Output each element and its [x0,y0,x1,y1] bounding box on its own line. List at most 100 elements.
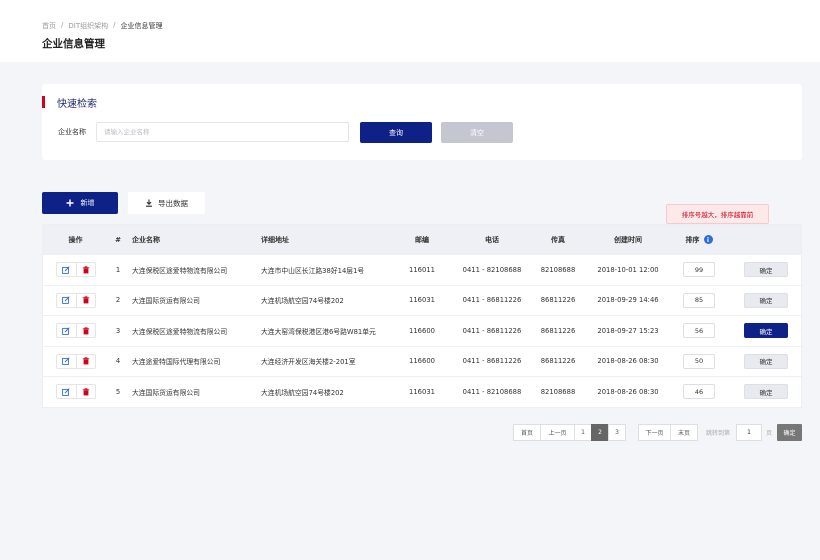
page-3[interactable]: 3 [608,424,626,441]
confirm-button[interactable]: 确定 [744,384,788,400]
delete-icon[interactable] [75,293,95,307]
add-button-label: 新增 [80,199,95,207]
export-button[interactable]: 导出数据 [128,192,205,214]
confirm-button[interactable]: 确定 [744,292,788,308]
row-actions [55,262,96,278]
row-name: 大连保税区途爱特物流有限公司 [132,266,228,275]
plus-icon [66,199,73,207]
section-accent-bar [42,96,45,108]
confirm-button[interactable]: 确定 [744,323,788,339]
table-row: 5 大连国际货运有限公司 大连机场航空园74号楼202 116031 0411 … [43,376,801,407]
row-num: 4 [115,357,121,366]
delete-icon[interactable] [75,324,95,338]
col-sort-label: 排序 [685,235,700,244]
row-num: 1 [115,265,121,274]
section-title: 快速检索 [57,99,97,110]
delete-icon[interactable] [75,354,95,368]
row-name: 大连国际货运有限公司 [132,388,200,397]
col-action: 操作 [68,235,83,244]
table-row: 4 大连途爱特国际代理有限公司 大连经济开发区海关楼2-201室 116600 … [43,345,801,377]
edit-icon[interactable] [57,263,76,276]
row-created: 2018-09-27 15:23 [597,326,659,335]
col-created: 创建时间 [614,235,642,244]
info-icon[interactable]: i [703,235,713,244]
row-fax: 82108688 [540,265,576,274]
page-2[interactable]: 2 [591,424,609,441]
jump-confirm-button[interactable]: 确定 [777,424,802,441]
col-address: 详细地址 [261,235,289,244]
edit-icon[interactable] [57,385,76,398]
delete-icon[interactable] [75,385,95,399]
row-created: 2018-09-29 14:46 [597,296,659,305]
clear-button[interactable]: 清空 [441,122,513,143]
page-unit: 页 [766,430,773,437]
add-button[interactable]: 新增 [42,192,118,214]
row-num: 3 [115,326,121,335]
sort-tooltip: 排序号越大，排序越靠前 [666,204,769,224]
row-actions [55,292,96,308]
row-name: 大连途爱特国际代理有限公司 [132,358,221,367]
query-button[interactable]: 查询 [360,122,432,143]
row-created: 2018-08-26 08:30 [597,357,659,366]
row-tel: 0411 - 82108688 [462,265,522,274]
sort-input[interactable] [683,262,715,278]
delete-icon[interactable] [75,263,95,277]
download-icon [146,199,152,207]
company-name-input[interactable] [96,122,349,142]
table-header: 操作 # 企业名称 详细地址 邮编 电话 传真 创建时间 排序 i [43,225,801,254]
page-first[interactable]: 首页 [513,424,541,441]
row-actions [55,323,96,339]
breadcrumb-separator: / [113,21,116,29]
pagination-pages: 首页 上一页 1 2 3 [513,424,626,441]
sort-input[interactable] [683,384,715,400]
page-1[interactable]: 1 [574,424,592,441]
page-title: 企业信息管理 [42,38,105,50]
edit-icon[interactable] [57,355,76,368]
edit-icon[interactable] [57,294,76,307]
page-header: 首页 / DIT组织架构 / 企业信息管理 企业信息管理 [0,0,820,62]
sort-input[interactable] [683,353,715,369]
page-last[interactable]: 末页 [670,424,698,441]
row-address: 大连经济开发区海关楼2-201室 [261,358,356,367]
table-row: 1 大连保税区途爱特物流有限公司 大连市中山区长江路38好14层1号 11601… [43,254,801,285]
col-name: 企业名称 [132,235,160,244]
row-address: 大连市中山区长江路38好14层1号 [261,266,365,275]
breadcrumb-separator: / [61,21,64,29]
row-actions [55,384,96,400]
col-sort: 排序 i [683,225,715,254]
export-button-label: 导出数据 [158,198,188,208]
row-fax: 86811226 [540,357,576,366]
table-row: 3 大连保税区途爱特物流有限公司 大连大窑湾保税港区港6号路W81单元 1166… [43,315,801,346]
search-panel: 快速检索 企业名称 查询 清空 [42,84,802,160]
sort-input[interactable] [683,323,715,339]
row-actions [55,353,96,369]
page-prev[interactable]: 上一页 [540,424,575,441]
row-address: 大连机场航空园74号楼202 [261,297,344,306]
company-name-label: 企业名称 [58,128,86,136]
row-name: 大连国际货运有限公司 [132,297,200,306]
row-created: 2018-08-26 08:30 [597,387,659,396]
sort-input[interactable] [683,292,715,308]
col-tel: 电话 [485,235,499,244]
row-zip: 116600 [409,357,435,366]
row-num: 5 [115,387,121,396]
pagination-nav: 下一页 末页 [638,424,698,441]
breadcrumb-home[interactable]: 首页 [42,21,56,31]
row-fax: 86811226 [540,296,576,305]
jump-page-input[interactable] [736,424,762,441]
row-tel: 0411 - 86811226 [462,296,522,305]
page-next[interactable]: 下一页 [638,424,671,441]
row-address: 大连机场航空园74号楼202 [261,388,344,397]
confirm-button[interactable]: 确定 [744,262,788,278]
row-tel: 0411 - 86811226 [462,326,522,335]
row-name: 大连保税区途爱特物流有限公司 [132,327,228,336]
breadcrumb-org[interactable]: DIT组织架构 [68,21,108,31]
row-created: 2018-10-01 12:00 [597,265,659,274]
breadcrumb-current: 企业信息管理 [120,22,163,30]
row-zip: 116031 [409,387,435,396]
row-fax: 86811226 [540,326,576,335]
col-fax: 传真 [551,235,565,244]
edit-icon[interactable] [57,324,76,337]
table-row: 2 大连国际货运有限公司 大连机场航空园74号楼202 116031 0411 … [43,284,801,316]
confirm-button[interactable]: 确定 [744,353,788,369]
